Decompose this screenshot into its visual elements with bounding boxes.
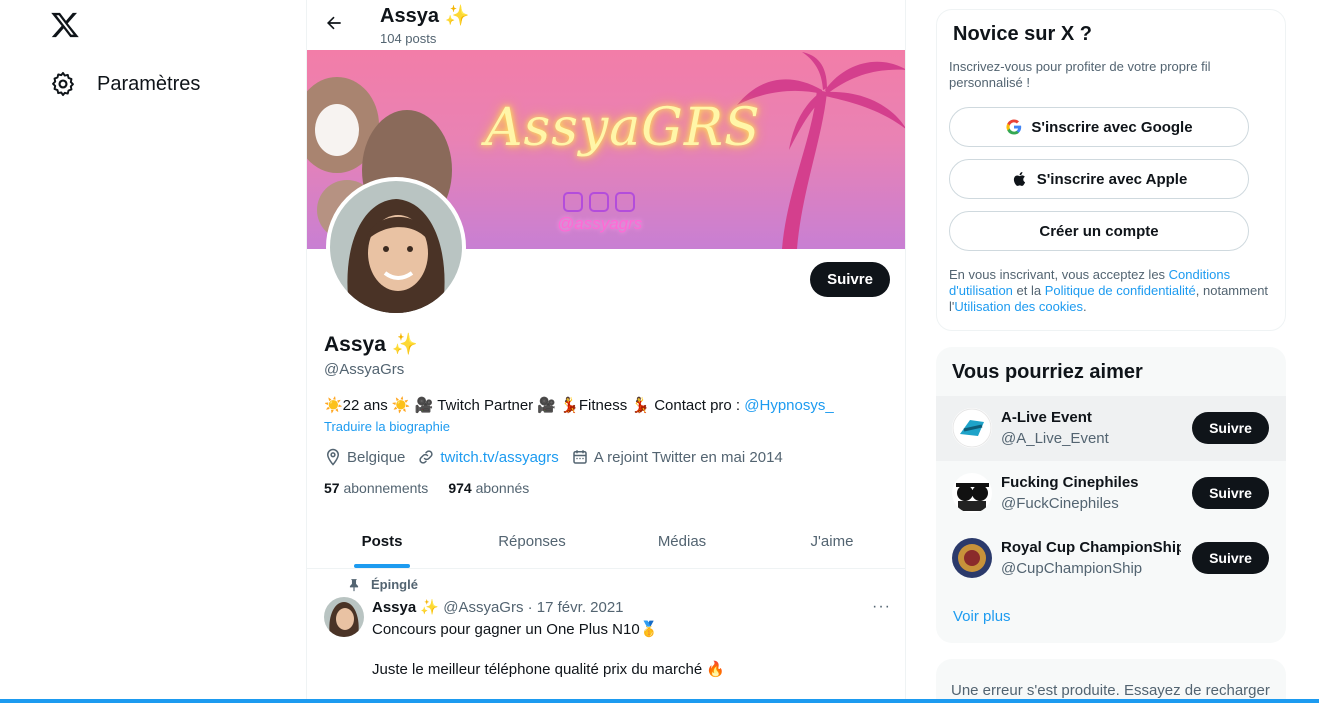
suggestion-row[interactable]: Royal Cup ChampionShip @CupChampionShip … (936, 526, 1286, 591)
suggestion-avatar[interactable] (952, 473, 992, 513)
location-text: Belgique (347, 448, 406, 466)
post-text-line-1: Concours pour gagner un One Plus N10🥇 (372, 621, 659, 638)
suggestion-handle: @A_Live_Event (1001, 430, 1109, 447)
error-card: Une erreur s'est produite. Essayez de re… (936, 659, 1286, 703)
suggestion-handle: @FuckCinephiles (1001, 495, 1119, 512)
terms-text-1: En vous inscrivant, vous acceptez les (949, 267, 1169, 282)
cookie-use-link[interactable]: Utilisation des cookies (954, 299, 1083, 314)
pin-icon (349, 578, 359, 591)
link-icon (419, 450, 434, 464)
follow-button[interactable]: Suivre (810, 262, 890, 297)
profile-tabs: Posts Réponses Médias J'aime (307, 514, 905, 569)
suggestion-follow-button[interactable]: Suivre (1192, 477, 1269, 509)
suggestion-follow-button[interactable]: Suivre (1192, 542, 1269, 574)
meta-location: Belgique (324, 448, 405, 466)
suggestion-name: A-Live Event (1001, 409, 1092, 426)
calendar-icon (573, 450, 587, 464)
more-options-icon[interactable]: ··· (872, 598, 891, 616)
signup-google-button[interactable]: S'inscrire avec Google (949, 107, 1249, 147)
post-author[interactable]: Assya ✨ (372, 599, 439, 616)
google-icon (1006, 119, 1022, 135)
following-link[interactable]: 57 abonnements (324, 480, 428, 496)
bio-mention-link[interactable]: @Hypnosys_ (744, 397, 833, 414)
suggestions-title: Vous pourriez aimer (952, 361, 1143, 383)
apple-icon (1013, 171, 1025, 186)
post-header: Assya ✨ @AssyaGrs · 17 févr. 2021 (372, 598, 624, 616)
followers-link[interactable]: 974 abonnés (448, 480, 529, 496)
location-pin-icon (326, 448, 340, 466)
signup-google-label: S'inscrire avec Google (1031, 118, 1193, 136)
signup-subtitle: Inscrivez-vous pour profiter de votre pr… (949, 59, 1211, 90)
tab-replies[interactable]: Réponses (457, 514, 607, 568)
header-post-count: 104 posts (380, 31, 437, 46)
post-text-line-2: Juste le meilleur téléphone qualité prix… (372, 661, 726, 678)
suggestion-handle: @CupChampionShip (1001, 560, 1143, 577)
profile-meta: Belgique twitch.tv/assyagrs A rejoint Tw… (324, 448, 795, 466)
signup-apple-label: S'inscrire avec Apple (1036, 170, 1188, 188)
show-more-link[interactable]: Voir plus (953, 608, 1011, 625)
signup-terms: En vous inscrivant, vous acceptez les Co… (949, 267, 1269, 315)
pinned-indicator: Épinglé (347, 577, 418, 592)
profile-handle: @AssyaGrs (324, 361, 405, 378)
signup-title: Novice sur X ? (953, 23, 1092, 45)
translate-bio-link[interactable]: Traduire la biographie (324, 419, 450, 434)
follow-counts: 57 abonnements 974 abonnés (324, 480, 529, 496)
website-link[interactable]: twitch.tv/assyagrs (440, 449, 558, 466)
banner-handle: @assyagrs (557, 214, 643, 233)
bio-text: ☀️22 ans ☀️ 🎥 Twitch Partner 🎥 💃Fitness … (324, 397, 745, 414)
following-label: abonnements (343, 480, 429, 496)
nav-settings-label: Paramètres (97, 72, 201, 95)
suggestion-follow-button[interactable]: Suivre (1192, 412, 1269, 444)
instagram-icon (563, 192, 583, 212)
suggestion-avatar[interactable] (952, 538, 992, 578)
tab-posts[interactable]: Posts (307, 514, 457, 568)
pinned-label: Épinglé (371, 577, 418, 592)
create-account-button[interactable]: Créer un compte (949, 211, 1249, 251)
error-message: Une erreur s'est produite. Essayez de re… (951, 682, 1270, 699)
signup-apple-button[interactable]: S'inscrire avec Apple (949, 159, 1249, 199)
profile-header: Assya ✨ 104 posts (307, 0, 905, 50)
meta-joined: A rejoint Twitter en mai 2014 (571, 448, 783, 466)
followers-label: abonnés (475, 480, 530, 496)
post-handle-date[interactable]: @AssyaGrs · 17 févr. 2021 (443, 599, 623, 616)
profile-bio: ☀️22 ans ☀️ 🎥 Twitch Partner 🎥 💃Fitness … (324, 396, 834, 414)
suggestion-row[interactable]: A-Live Event @A_Live_Event Suivre (936, 396, 1286, 461)
following-count: 57 (324, 480, 340, 496)
post-avatar[interactable] (324, 597, 364, 637)
x-logo-icon[interactable] (50, 10, 80, 40)
signup-card: Novice sur X ? Inscrivez-vous pour profi… (936, 9, 1286, 331)
nav-item-settings[interactable]: Paramètres (50, 68, 200, 100)
twitch-icon (589, 192, 609, 212)
header-name: Assya ✨ (380, 5, 470, 27)
profile-name: Assya ✨ (324, 333, 418, 356)
privacy-policy-link[interactable]: Politique de confidentialité (1045, 283, 1196, 298)
suggestion-name: Fucking Cinephiles (1001, 474, 1139, 491)
left-nav: Paramètres (0, 0, 306, 703)
gear-icon (52, 71, 74, 97)
banner-social-icons (563, 192, 635, 212)
terms-text-2: et la (1012, 283, 1045, 298)
tab-media[interactable]: Médias (607, 514, 757, 568)
suggestion-name: Royal Cup ChampionShip (1001, 539, 1181, 556)
back-arrow-icon[interactable] (324, 13, 344, 33)
tiktok-icon (615, 192, 635, 212)
who-to-follow-card: Vous pourriez aimer A-Live Event @A_Live… (936, 347, 1286, 643)
terms-text-4: . (1083, 299, 1087, 314)
banner-title: AssyaGRS (485, 98, 761, 158)
main-column: Assya ✨ 104 posts AssyaGRS @assyagrs Sui… (306, 0, 906, 703)
joined-text: A rejoint Twitter en mai 2014 (593, 448, 783, 466)
meta-website: twitch.tv/assyagrs (417, 448, 559, 466)
profile-avatar[interactable] (326, 177, 466, 317)
tab-likes[interactable]: J'aime (757, 514, 905, 568)
followers-count: 974 (448, 480, 472, 496)
suggestion-avatar[interactable] (952, 408, 992, 448)
suggestion-row[interactable]: Fucking Cinephiles @FuckCinephiles Suivr… (936, 461, 1286, 526)
loading-bar (0, 699, 1319, 703)
